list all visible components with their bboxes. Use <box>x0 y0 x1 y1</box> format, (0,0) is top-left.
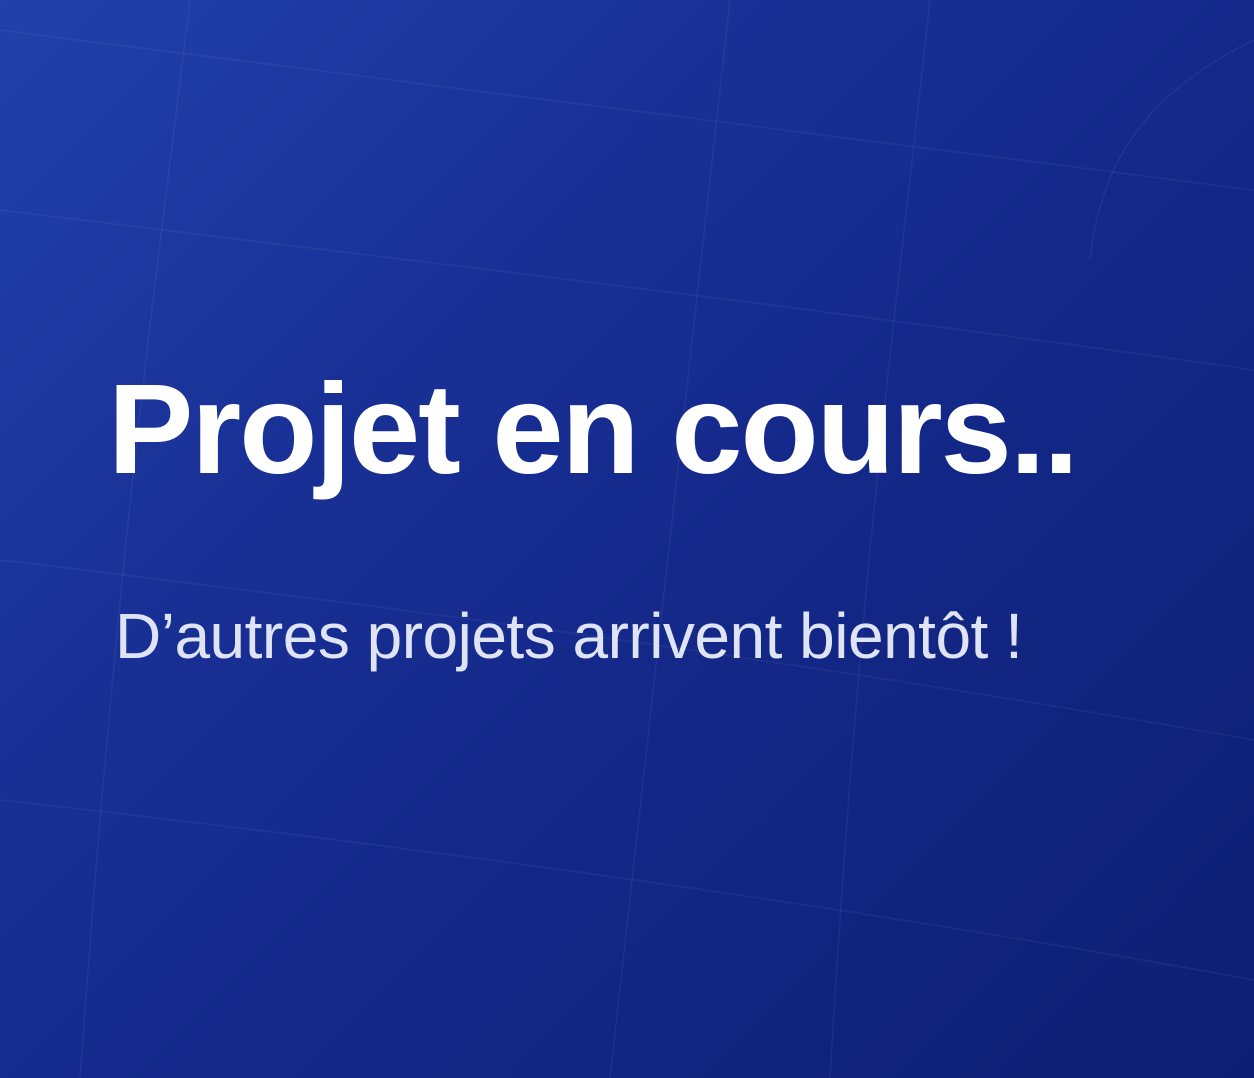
background-grid-lines <box>0 0 1254 1078</box>
headline: Projet en cours.. <box>108 358 1079 501</box>
subline: D’autres projets arrivent bientôt ! <box>115 600 1023 672</box>
background-panel: Projet en cours.. D’autres projets arriv… <box>0 0 1254 1078</box>
